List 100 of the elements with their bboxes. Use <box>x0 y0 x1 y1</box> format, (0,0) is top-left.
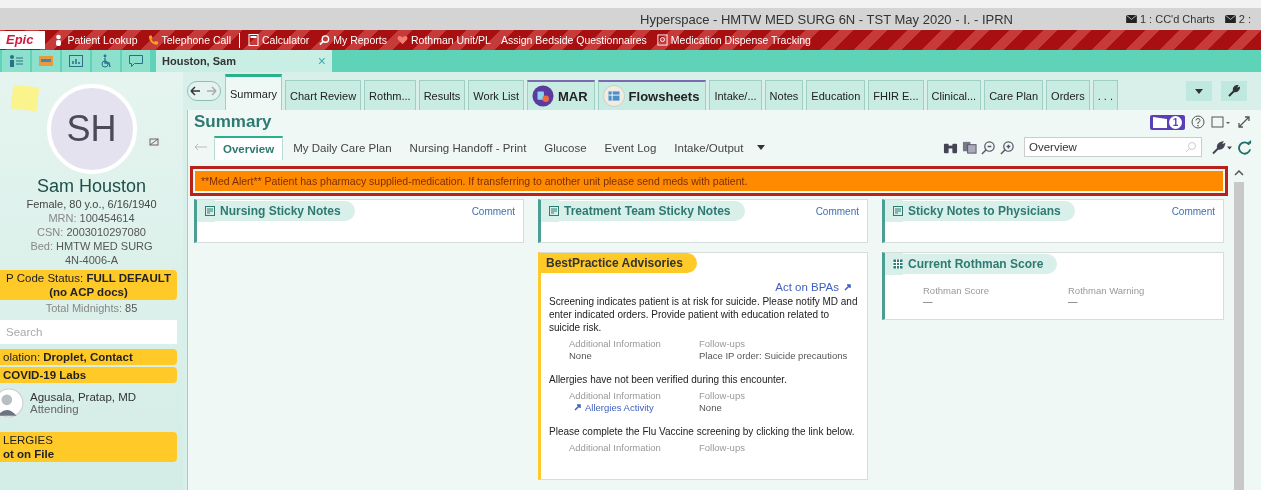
phone-icon <box>147 34 159 46</box>
subtab[interactable]: Intake/Output <box>666 136 752 160</box>
back-forward-buttons[interactable] <box>187 81 221 101</box>
column-header: Follow-ups <box>699 338 746 349</box>
toolbar-button[interactable]: Medication Dispense Tracking <box>654 34 813 46</box>
card-title: Current Rothman Score <box>903 254 1058 274</box>
subtab[interactable]: Event Log <box>596 136 665 160</box>
flowsheet-icon <box>602 85 625 107</box>
column-header: Additional Information <box>569 390 662 401</box>
comment-link[interactable]: Comment <box>815 205 859 217</box>
activity-tab[interactable]: MAR <box>527 80 595 110</box>
notification-badge[interactable]: 1 <box>1150 114 1185 130</box>
subtab[interactable]: Overview <box>214 136 284 160</box>
toolbar-button[interactable]: Calculator <box>246 34 312 46</box>
info-value: None <box>569 350 593 361</box>
activity-tab[interactable]: Chart Review <box>285 80 362 110</box>
wrench-icon[interactable] <box>1211 139 1233 155</box>
window-layout-icon[interactable] <box>1211 115 1231 129</box>
advisory-message: Please complete the Flu Vaccine screening by clicking the link below. <box>549 425 856 438</box>
wrench-icon <box>1228 85 1240 97</box>
comment-link[interactable]: Comment <box>471 205 515 217</box>
activity-tab[interactable]: Intake/... <box>709 80 762 110</box>
envelope-icon <box>1224 15 1236 23</box>
provider-avatar <box>0 388 24 418</box>
labs-banner[interactable]: COVID-19 Labs <box>0 367 177 383</box>
activity-tab[interactable]: Notes <box>764 80 804 110</box>
external-link-icon <box>844 283 852 291</box>
search-field[interactable]: Search <box>0 320 177 344</box>
activity-tab[interactable]: Results <box>418 80 466 110</box>
advisory-message: Allergies have not been verified during this encounter. <box>549 373 788 386</box>
activity-tab[interactable]: Work List <box>468 80 524 110</box>
comment-link[interactable]: Comment <box>1171 205 1215 217</box>
isolation-banner: olation: Droplet, Contact <box>0 349 177 365</box>
allergies-banner[interactable]: LERGIES ot on File <box>0 432 177 462</box>
envelope-icon <box>1125 15 1137 23</box>
epic-logo[interactable]: Epic <box>0 31 46 49</box>
card-title: Nursing Sticky Notes <box>215 201 355 221</box>
toolbar-button[interactable]: Assign Bedside Questionnaires <box>498 34 649 46</box>
refresh-icon[interactable] <box>1237 139 1252 155</box>
scroll-up-icon[interactable] <box>1233 170 1244 176</box>
wrench-button[interactable] <box>1221 81 1247 101</box>
patient-tab[interactable]: Houston, Sam × <box>156 50 332 72</box>
people-list-icon[interactable] <box>2 50 30 72</box>
activity-tab[interactable]: Summary <box>225 74 283 110</box>
document-search-icon <box>656 34 668 46</box>
subtab[interactable]: Glucose <box>536 136 595 160</box>
chat-icon[interactable] <box>122 50 150 72</box>
toolbar-button[interactable]: Rothman Unit/PL <box>394 34 493 46</box>
expand-icon[interactable] <box>1237 115 1251 129</box>
score-value: — <box>923 296 934 307</box>
activity-tab[interactable]: Education <box>806 80 866 110</box>
dropdown-button[interactable] <box>1186 81 1212 101</box>
caret-icon <box>1195 88 1203 94</box>
column-header: Follow-ups <box>699 390 746 401</box>
score-value: — <box>1068 296 1079 307</box>
allergies-link[interactable]: Allergies Activity <box>569 402 699 413</box>
zoom-out-icon[interactable] <box>981 139 996 155</box>
demographics: Female, 80 y.o., 6/16/1940 <box>25 197 158 211</box>
zoom-in-icon[interactable] <box>1000 139 1015 155</box>
card-title: Sticky Notes to Physicians <box>903 201 1075 221</box>
heart-icon <box>396 34 408 46</box>
subtab[interactable]: My Daily Care Plan <box>285 136 400 160</box>
activity-tab[interactable]: FHIR E... <box>868 80 924 110</box>
external-link-icon <box>574 403 582 411</box>
search-field[interactable]: Overview <box>1024 137 1202 157</box>
help-icon[interactable] <box>1191 115 1205 129</box>
card-title: BestPractice Advisories <box>541 253 697 273</box>
column-header: Follow-ups <box>699 442 746 453</box>
section-title: Summary <box>194 112 272 132</box>
activity-tab[interactable]: Care Plan <box>984 80 1044 110</box>
activity-tab[interactable]: Rothm... <box>364 80 416 110</box>
copy-icon[interactable] <box>962 139 977 155</box>
wheelchair-icon[interactable] <box>92 50 120 72</box>
patient-field: Bed: HMTW MED SURG 4N-4006-A <box>0 239 183 267</box>
provider-name[interactable]: Agusala, Pratap, MD <box>30 391 137 403</box>
toolbar-button[interactable]: Patient Lookup <box>51 34 140 46</box>
toolbar-button[interactable]: My Reports <box>317 34 389 46</box>
avatar: SH <box>46 84 137 174</box>
message-counter[interactable]: 2 : <box>1224 13 1251 25</box>
pill-icon <box>532 85 554 107</box>
calculator-icon <box>248 34 259 46</box>
followup-value: Place IP order: Suicide precautions <box>699 350 849 361</box>
message-counter[interactable]: 1 : CC'd Charts <box>1125 13 1215 25</box>
provider-role: Attending <box>30 403 80 415</box>
activity-tab[interactable]: Flowsheets <box>597 80 707 110</box>
score-label: Rothman Score <box>923 285 990 296</box>
activity-tab[interactable]: Orders <box>1046 80 1090 110</box>
alert-banner: **Med Alert** Patient has pharmacy supplied-medication. If transferring to another unit please send meds with patient. <box>195 171 1223 191</box>
column-header: Additional Information <box>569 442 662 453</box>
act-on-bpas-link[interactable]: Act on BPAs <box>775 281 855 293</box>
code-status-banner: P Code Status: FULL DEFAULT (no ACP docs) <box>0 270 177 300</box>
followup-value: None <box>699 402 723 413</box>
caret-icon[interactable] <box>757 144 766 150</box>
subtab[interactable]: Nursing Handoff - Print <box>401 136 535 160</box>
toolbar-button[interactable]: Telephone Call <box>145 34 233 46</box>
total-midnights: Total Midnights: 85 <box>44 301 139 315</box>
chart-icon[interactable] <box>62 50 90 72</box>
activity-tab[interactable]: . . . <box>1092 80 1118 110</box>
patient-field: CSN: 2003010297080 <box>17 225 166 239</box>
activity-tab[interactable]: Clinical... <box>926 80 982 110</box>
